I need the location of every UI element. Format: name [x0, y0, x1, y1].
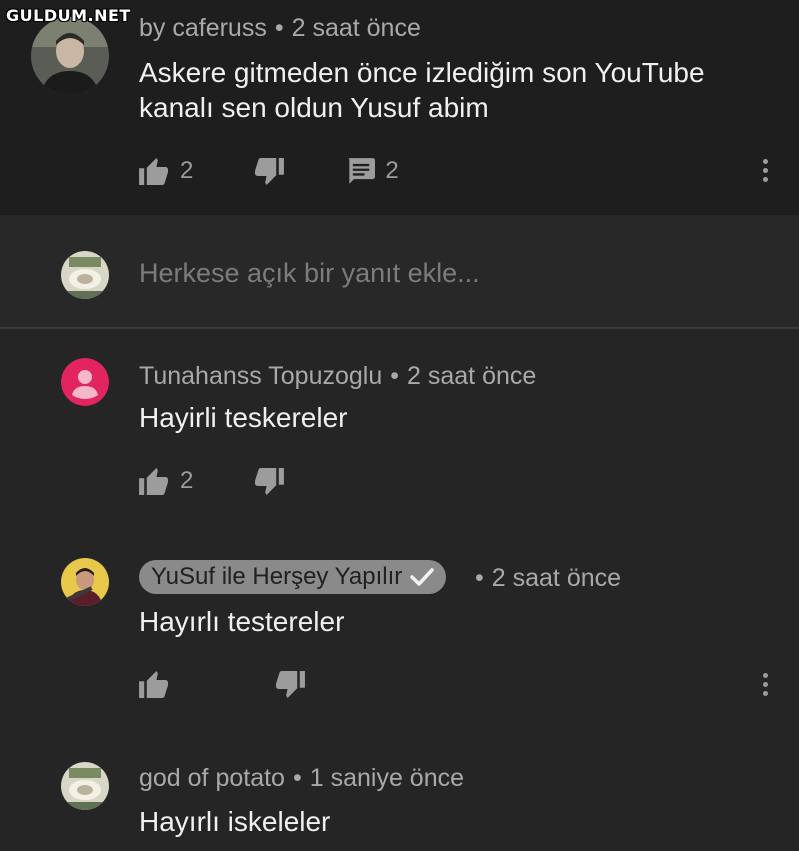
comment-time[interactable]: 2 saat önce: [292, 14, 421, 42]
reply-text: Hayirli teskereler: [139, 402, 348, 433]
reply-meta: • 2 saat önce: [475, 564, 621, 593]
avatar[interactable]: [61, 251, 109, 299]
reply-author: YuSuf ile Herşey Yapılır: [151, 563, 403, 590]
meta-separator: •: [390, 362, 400, 390]
reply-actions: [139, 671, 305, 698]
reply-actions: 2: [139, 467, 285, 495]
reply-author[interactable]: Tunahanss Topuzoglu: [139, 362, 382, 390]
watermark: GULDUM.NET: [6, 6, 131, 25]
thumbs-up-icon: [139, 671, 168, 698]
reply-count: 2: [385, 157, 399, 184]
dislike-button[interactable]: [253, 467, 285, 495]
reply-author[interactable]: god of potato: [139, 764, 285, 792]
comment-text: Askere gitmeden önce izlediğim son YouTu…: [139, 55, 705, 125]
reply-input[interactable]: Herkese açık bir yanıt ekle...: [139, 258, 480, 289]
meta-separator: •: [475, 564, 484, 592]
main-comment: by caferuss • 2 saat önce Askere gitmeden …: [0, 0, 799, 215]
avatar[interactable]: [61, 558, 109, 606]
avatar[interactable]: [61, 358, 109, 406]
comment-text-line2: kanalı sen oldun Yusuf abim: [139, 92, 489, 123]
comment-icon: [349, 157, 376, 184]
reply-time[interactable]: 2 saat önce: [492, 564, 621, 592]
thumbs-down-icon: [255, 157, 285, 185]
avatar[interactable]: [31, 17, 109, 95]
reply-meta: Tunahanss Topuzoglu • 2 saat önce: [139, 362, 536, 391]
more-vert-icon[interactable]: [760, 157, 770, 184]
reply-time[interactable]: 2 saat önce: [407, 362, 536, 390]
like-count: 2: [180, 467, 194, 494]
comment-actions: 2 2: [139, 157, 399, 185]
reply-time[interactable]: 1 saniye önce: [310, 764, 464, 792]
like-button[interactable]: 2: [139, 157, 193, 185]
meta-separator: •: [274, 14, 284, 42]
reply-meta: god of potato • 1 saniye önce: [139, 764, 464, 793]
dislike-button[interactable]: [253, 157, 285, 185]
verified-check-icon: [410, 568, 434, 586]
thumbs-up-icon: [139, 157, 168, 185]
comment-author[interactable]: by caferuss: [139, 14, 267, 42]
like-count: 2: [180, 157, 194, 184]
reply-text: Hayırlı testereler: [139, 606, 345, 637]
thumbs-up-icon: [139, 467, 168, 495]
replies-button[interactable]: 2: [347, 157, 399, 185]
channel-owner-badge[interactable]: YuSuf ile Herşey Yapılır: [139, 560, 447, 594]
comment-text-line1: Askere gitmeden önce izlediğim son YouTu…: [139, 57, 705, 88]
thumbs-down-icon: [255, 467, 285, 495]
like-button[interactable]: [139, 671, 180, 698]
dislike-button[interactable]: [274, 671, 305, 698]
thumbs-down-icon: [276, 671, 305, 698]
like-button[interactable]: 2: [139, 467, 193, 495]
comment-meta: by caferuss • 2 saat önce: [139, 14, 421, 43]
reply-text: Hayırlı iskeleler: [139, 806, 331, 837]
more-vert-icon[interactable]: [760, 671, 770, 698]
meta-separator: •: [292, 764, 302, 792]
avatar[interactable]: [61, 762, 109, 810]
